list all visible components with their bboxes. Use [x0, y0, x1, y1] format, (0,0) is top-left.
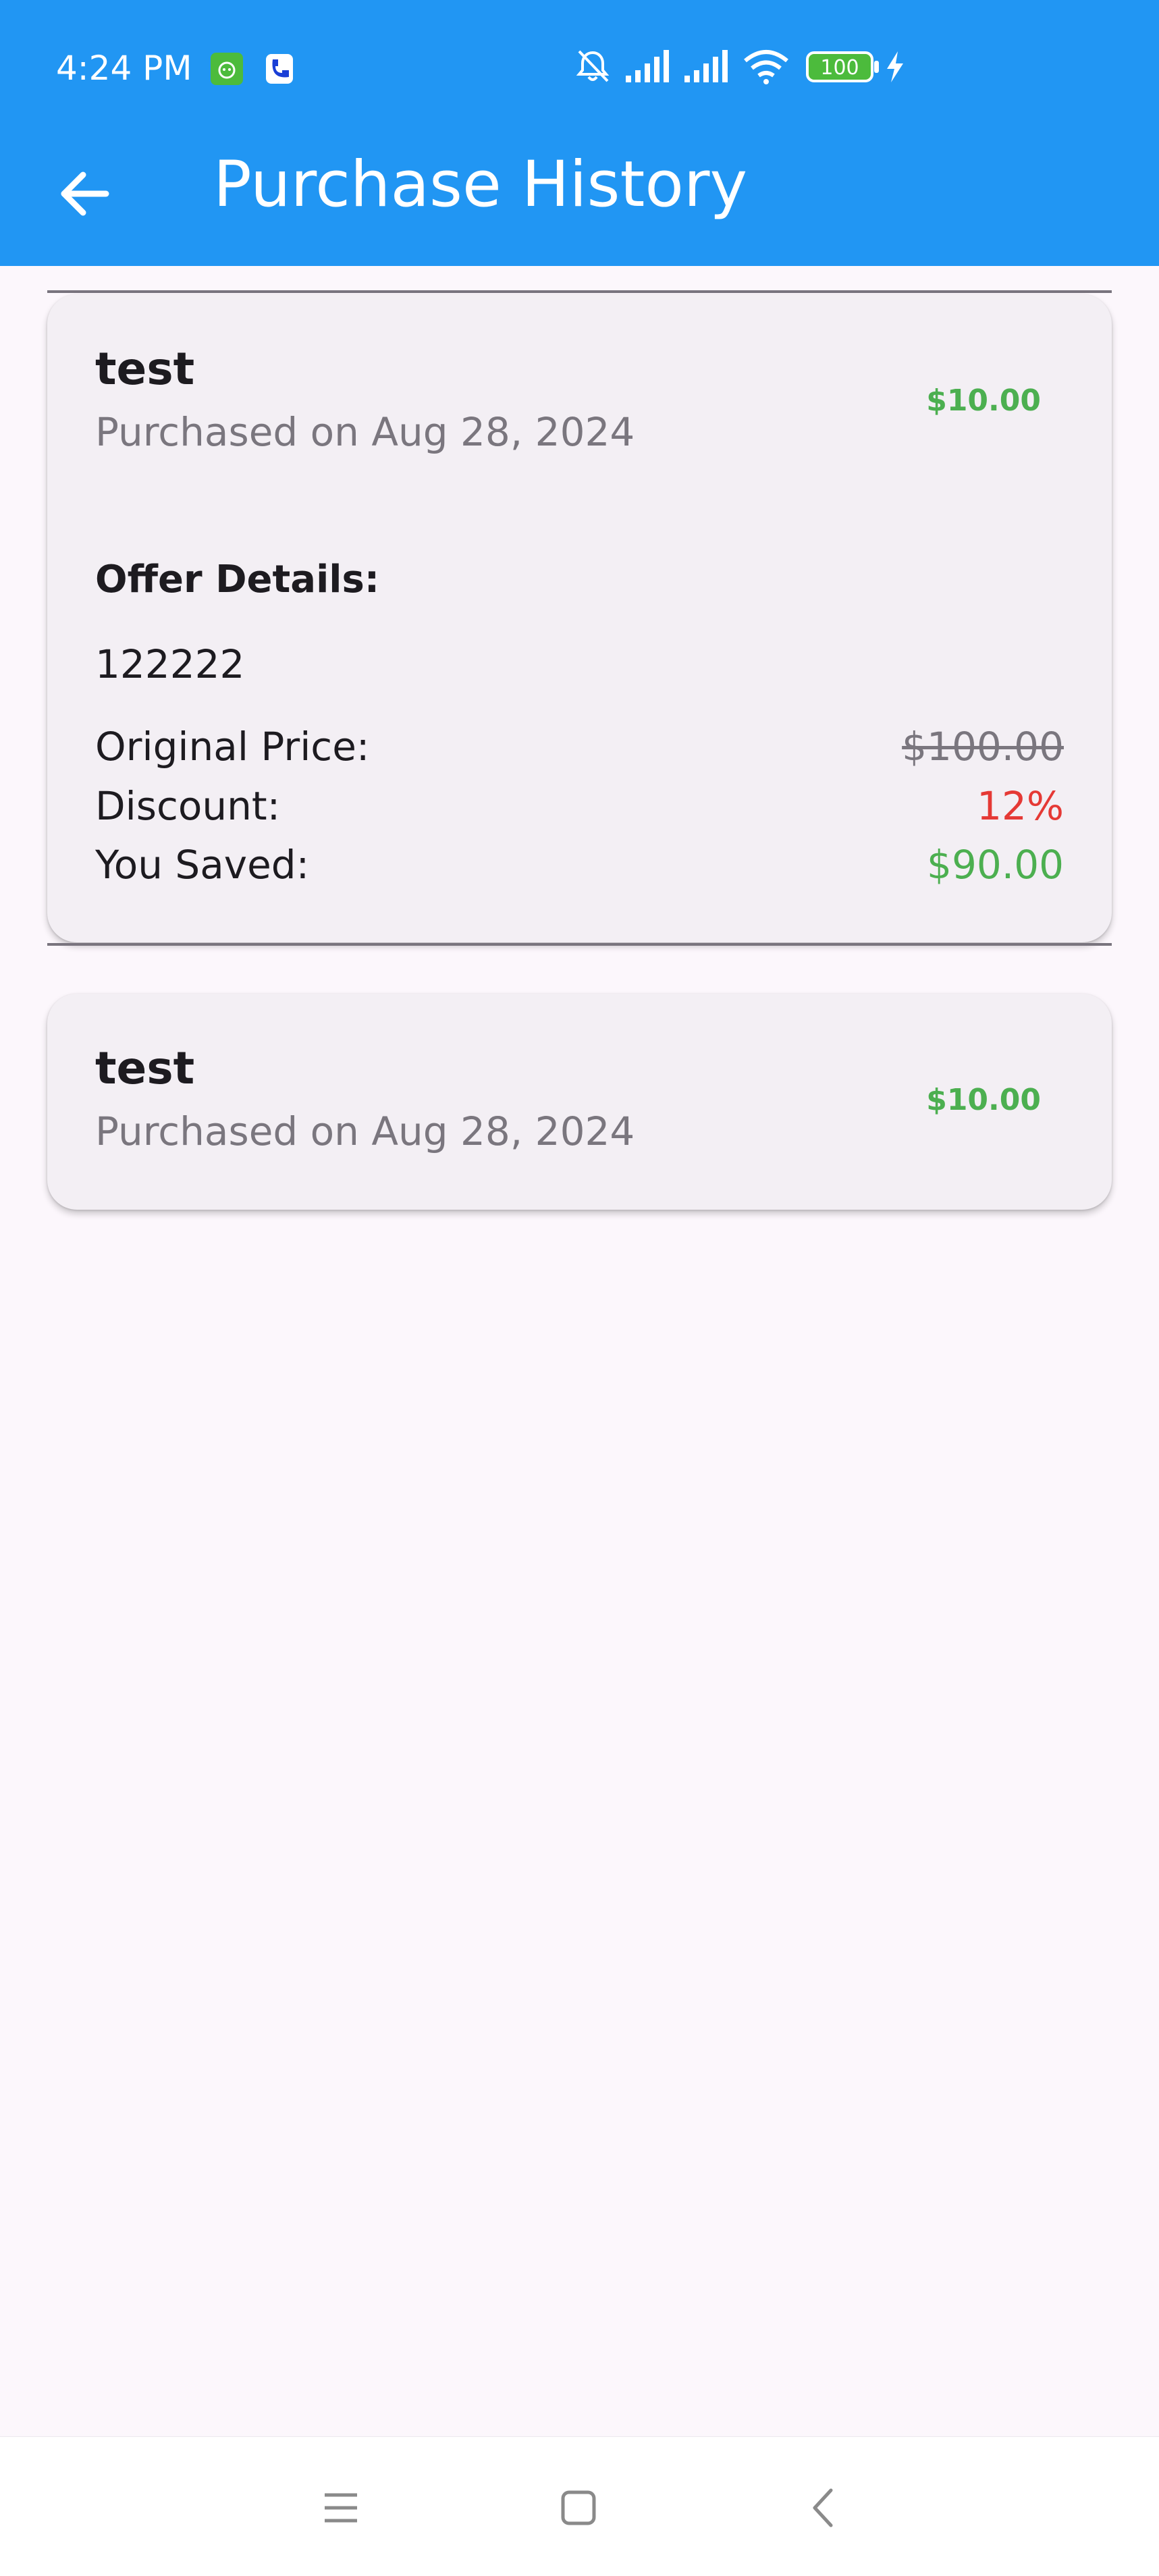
back-nav-button[interactable] — [792, 2477, 853, 2538]
page-title: Purchase History — [213, 148, 748, 221]
wifi-icon — [743, 49, 790, 88]
app-notification-icon — [211, 53, 243, 85]
home-button[interactable] — [548, 2477, 609, 2538]
status-bar: 4:24 PM 100 — [0, 0, 1159, 135]
battery-icon: 100 — [806, 51, 880, 85]
phone-notification-icon — [263, 53, 296, 85]
divider — [47, 290, 1112, 293]
back-button[interactable] — [47, 157, 122, 231]
bell-off-icon — [574, 47, 612, 88]
purchase-date: Purchased on Aug 28, 2024 — [95, 409, 635, 455]
purchase-title: test — [95, 343, 195, 395]
toolbar: Purchase History — [0, 135, 1159, 266]
menu-button[interactable] — [311, 2477, 371, 2538]
battery-level: 100 — [820, 56, 859, 80]
signal-icon — [683, 50, 728, 86]
purchase-card[interactable]: test Purchased on Aug 28, 2024 $10.00 — [47, 994, 1112, 1210]
offer-details-heading: Offer Details: — [95, 558, 380, 601]
original-price-value: $100.00 — [902, 724, 1064, 770]
status-time: 4:24 PM — [56, 49, 192, 88]
purchase-date: Purchased on Aug 28, 2024 — [95, 1108, 635, 1154]
you-saved-value: $90.00 — [927, 842, 1064, 888]
you-saved-label: You Saved: — [95, 842, 310, 888]
back-chevron-icon — [813, 2488, 833, 2527]
original-price-label: Original Price: — [95, 724, 370, 770]
arrow-back-icon — [61, 171, 109, 216]
app-bar: 4:24 PM 100 Purchase History — [0, 0, 1159, 266]
discount-value: 12% — [977, 783, 1064, 829]
offer-description: 122222 — [95, 641, 245, 687]
signal-icon — [624, 50, 669, 86]
charging-icon — [886, 51, 905, 85]
purchase-price: $10.00 — [926, 1083, 1041, 1117]
divider — [47, 943, 1112, 946]
home-square-icon — [561, 2490, 596, 2525]
discount-label: Discount: — [95, 783, 281, 829]
purchase-title: test — [95, 1042, 195, 1094]
purchase-price: $10.00 — [926, 383, 1041, 418]
purchase-card[interactable]: test Purchased on Aug 28, 2024 $10.00 Of… — [47, 294, 1112, 942]
menu-icon — [325, 2493, 357, 2523]
system-nav-bar — [0, 2436, 1159, 2576]
